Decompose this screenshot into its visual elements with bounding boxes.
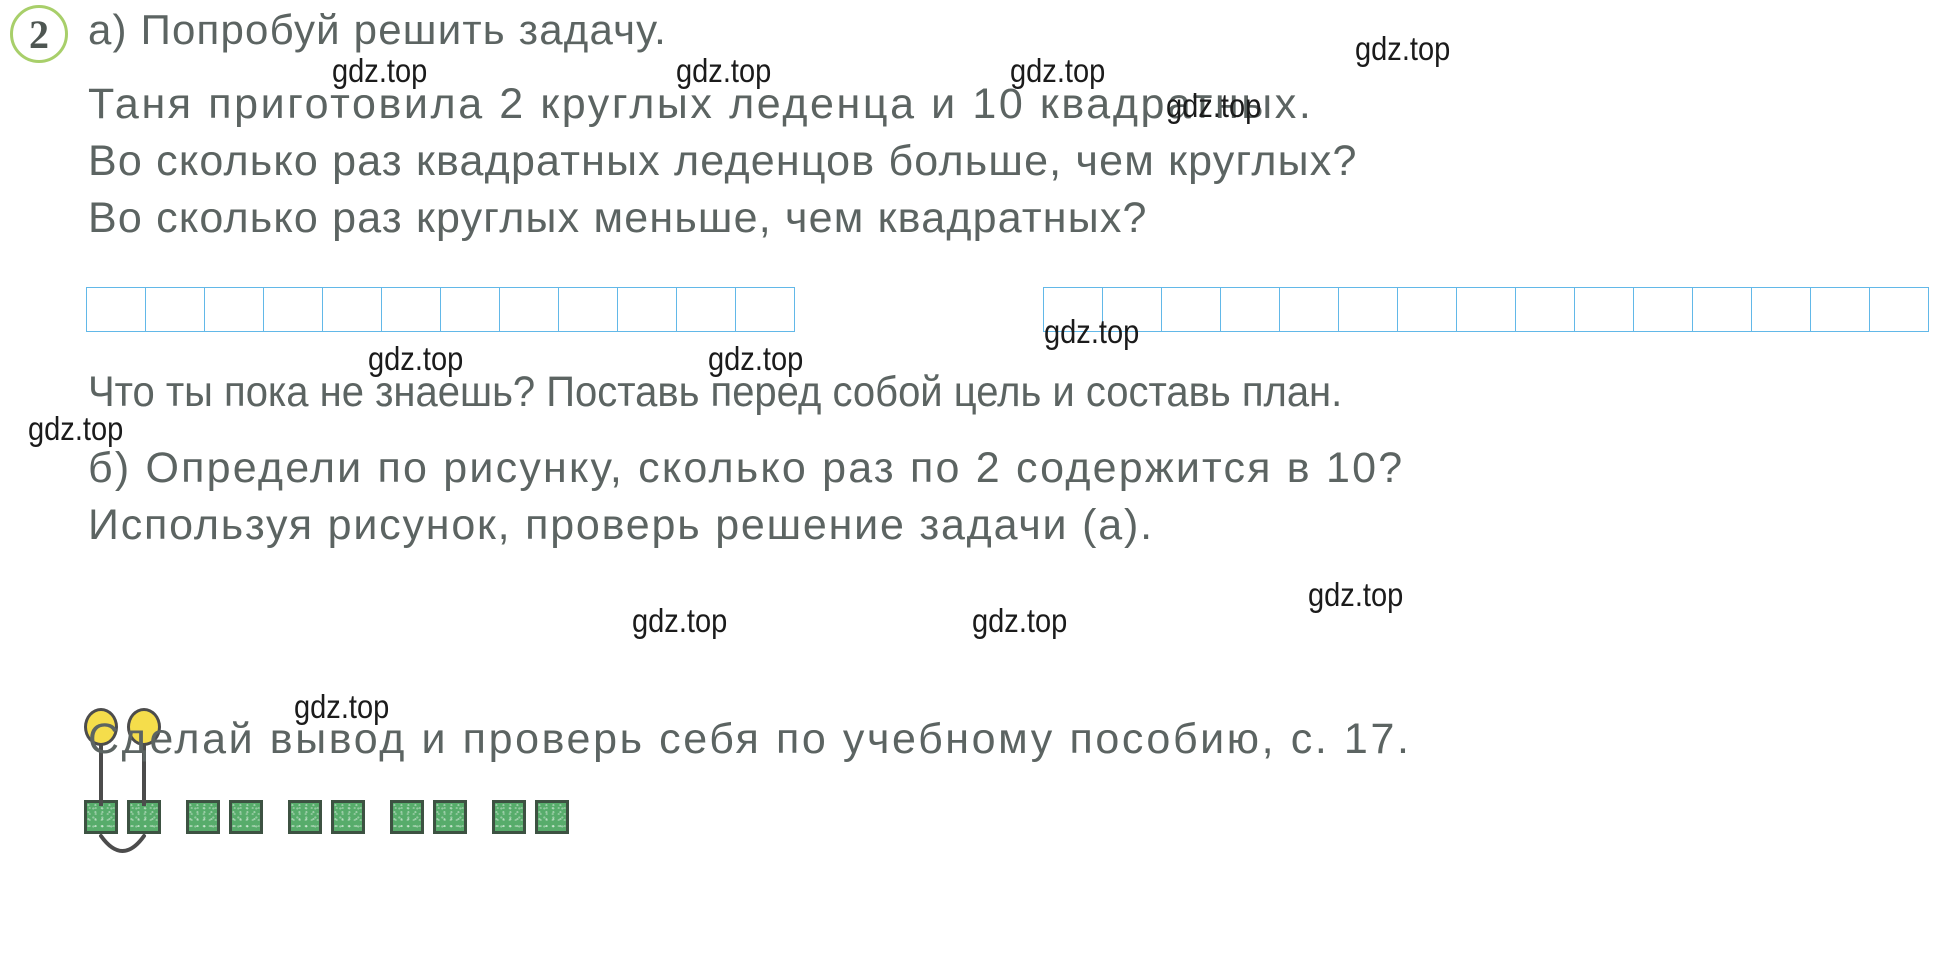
- answer-grid-left-cell[interactable]: [87, 288, 146, 331]
- watermark-text: gdz.top: [972, 602, 1068, 639]
- problem-line-2: Во сколько раз квадратных леденцов больш…: [88, 137, 1358, 185]
- answer-grid-right-cell[interactable]: [1575, 288, 1634, 331]
- answer-grid-left-cell[interactable]: [677, 288, 736, 331]
- watermark-text: gdz.top: [1010, 52, 1106, 89]
- final-line: Сделай вывод и проверь себя по учебному …: [88, 715, 1412, 763]
- square-candy: [492, 800, 526, 834]
- answer-grid-right-cell[interactable]: [1693, 288, 1752, 331]
- square-candy: [331, 800, 365, 834]
- watermark-text: gdz.top: [676, 52, 772, 89]
- answer-grid-left-cell[interactable]: [146, 288, 205, 331]
- watermark-text: gdz.top: [1308, 576, 1404, 613]
- answer-grid-right-cell[interactable]: [1398, 288, 1457, 331]
- group-brace-icon: [99, 834, 146, 853]
- answer-grid-right-cell[interactable]: [1280, 288, 1339, 331]
- answer-grid-right-cell[interactable]: [1811, 288, 1870, 331]
- part-b-line-2: Используя рисунок, проверь решение задач…: [88, 501, 1154, 549]
- answer-grid-right-cell[interactable]: [1221, 288, 1280, 331]
- square-candy: [186, 800, 220, 834]
- worksheet-page: 2 а) Попробуй решить задачу. Таня пригот…: [0, 0, 1950, 964]
- part-b-line-1: б) Определи по рисунку, сколько раз по 2…: [88, 444, 1405, 492]
- watermark-text: gdz.top: [294, 688, 390, 725]
- answer-grid-left-cell[interactable]: [323, 288, 382, 331]
- answer-grid-right[interactable]: [1043, 287, 1929, 332]
- answer-grid-right-cell[interactable]: [1752, 288, 1811, 331]
- answer-grid-right-cell[interactable]: [1339, 288, 1398, 331]
- square-candy: [288, 800, 322, 834]
- square-candy: [535, 800, 569, 834]
- watermark-text: gdz.top: [28, 410, 124, 447]
- answer-grid-left-cell[interactable]: [264, 288, 323, 331]
- watermark-text: gdz.top: [1166, 87, 1262, 124]
- answer-grid-right-cell[interactable]: [1162, 288, 1221, 331]
- watermark-text: gdz.top: [1355, 30, 1451, 67]
- watermark-text: gdz.top: [708, 340, 804, 377]
- answer-grid-left[interactable]: [86, 287, 795, 332]
- square-candy: [229, 800, 263, 834]
- watermark-text: gdz.top: [1044, 313, 1140, 350]
- task-number-badge: 2: [10, 5, 68, 63]
- watermark-text: gdz.top: [368, 340, 464, 377]
- answer-grid-right-cell[interactable]: [1516, 288, 1575, 331]
- answer-grid-right-cell[interactable]: [1634, 288, 1693, 331]
- answer-grid-left-cell[interactable]: [500, 288, 559, 331]
- answer-grid-left-cell[interactable]: [382, 288, 441, 331]
- square-candy: [433, 800, 467, 834]
- square-candy: [390, 800, 424, 834]
- part-a-label: а) Попробуй решить задачу.: [88, 6, 668, 53]
- answer-grid-left-cell[interactable]: [618, 288, 677, 331]
- watermark-text: gdz.top: [332, 52, 428, 89]
- answer-grid-left-cell[interactable]: [441, 288, 500, 331]
- watermark-text: gdz.top: [632, 602, 728, 639]
- task-number-label: 2: [29, 11, 49, 57]
- problem-line-3: Во сколько раз круглых меньше, чем квадр…: [88, 194, 1148, 242]
- answer-grid-left-cell[interactable]: [736, 288, 795, 331]
- answer-grid-left-cell[interactable]: [559, 288, 618, 331]
- answer-grid-right-cell[interactable]: [1457, 288, 1516, 331]
- answer-grid-left-cell[interactable]: [205, 288, 264, 331]
- answer-grid-right-cell[interactable]: [1870, 288, 1929, 331]
